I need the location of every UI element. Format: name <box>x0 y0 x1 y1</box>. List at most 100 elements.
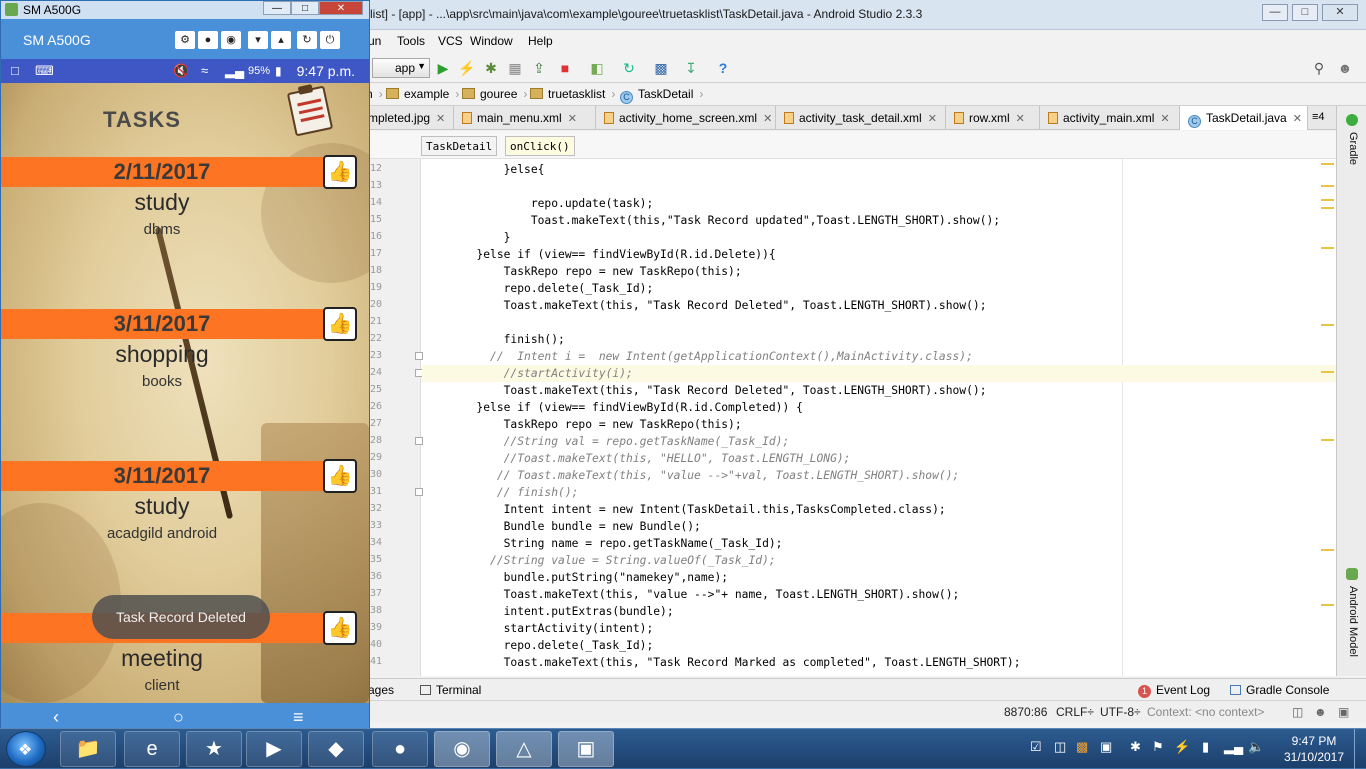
instant-run-icon[interactable]: ⚡ <box>458 59 476 77</box>
task-date-band[interactable]: 3/11/2017 <box>1 309 323 339</box>
battery-icon[interactable]: ▮ <box>1202 739 1209 755</box>
start-button[interactable]: ❖ <box>6 731 46 767</box>
volume-up-icon[interactable]: ▴ <box>271 31 291 49</box>
caret-position[interactable]: 8870:86 <box>1004 705 1047 719</box>
menu-icon[interactable]: ≡ <box>293 707 304 728</box>
speaker-icon[interactable]: 🔈 <box>1248 739 1264 755</box>
gear-icon[interactable]: ⚙ <box>175 31 195 49</box>
camera-icon[interactable]: ◉ <box>221 31 241 49</box>
close-icon[interactable]: ✕ <box>1016 113 1025 125</box>
device-icon[interactable]: ▣ <box>1100 739 1112 755</box>
thumbs-up-icon[interactable]: 👍 <box>323 611 357 645</box>
task-name[interactable]: study <box>1 189 323 216</box>
code-line[interactable]: //startActivity(i); <box>422 365 1336 382</box>
clipboard-icon[interactable] <box>286 85 334 137</box>
taskbar-app-emulator[interactable]: ▣ <box>558 731 614 767</box>
code-line[interactable]: }else{ <box>422 161 1336 178</box>
lock-icon[interactable]: ◫ <box>1292 705 1303 719</box>
method-crumb[interactable]: onClick() <box>505 136 575 156</box>
close-icon[interactable]: ✕ <box>1293 113 1302 125</box>
crumb-gouree[interactable]: gouree › <box>462 87 527 101</box>
code-line[interactable]: //String value = String.valueOf(_Task_Id… <box>422 552 1336 569</box>
file-encoding[interactable]: UTF-8÷ <box>1100 705 1141 719</box>
close-icon[interactable]: ✕ <box>763 113 772 125</box>
user-icon[interactable]: ☻ <box>1336 59 1354 77</box>
code-line[interactable]: }else if (view== findViewById(R.id.Compl… <box>422 399 1336 416</box>
code-line[interactable]: Toast.makeText(this, "Task Record Marked… <box>422 654 1336 671</box>
code-area[interactable]: }else{ repo.update(task); Toast.makeText… <box>422 159 1336 676</box>
menu-help[interactable]: Help <box>528 34 553 48</box>
android-model-tab[interactable]: Android Model <box>1347 586 1359 657</box>
taskbar-app-folder[interactable]: 📁 <box>60 731 116 767</box>
run-config-select[interactable]: app ▼ <box>372 58 430 78</box>
code-line[interactable]: repo.delete(_Task_Id); <box>422 280 1336 297</box>
code-line[interactable]: bundle.putString("namekey",name); <box>422 569 1336 586</box>
warning-marker[interactable] <box>1321 207 1334 209</box>
event-icon[interactable]: ▣ <box>1338 705 1349 719</box>
code-line[interactable]: TaskRepo repo = new TaskRepo(this); <box>422 416 1336 433</box>
taskbar-app-media[interactable]: ▶ <box>246 731 302 767</box>
close-button[interactable]: ✕ <box>319 1 363 15</box>
code-line[interactable]: Toast.makeText(this, "value -->"+ name, … <box>422 586 1336 603</box>
tab-row-xml[interactable]: row.xml ✕ <box>946 106 1040 130</box>
menu-tools[interactable]: Tools <box>397 34 425 48</box>
profile-icon[interactable]: ▦ <box>506 59 524 77</box>
project-structure-icon[interactable]: ▩ <box>652 59 670 77</box>
record-icon[interactable]: ● <box>198 31 218 49</box>
bluetooth-icon[interactable]: ✱ <box>1130 739 1141 755</box>
code-line[interactable]: repo.update(task); <box>422 195 1336 212</box>
code-line[interactable]: Intent intent = new Intent(TaskDetail.th… <box>422 501 1336 518</box>
taskbar-app-android-studio[interactable]: △ <box>496 731 552 767</box>
warning-marker[interactable] <box>1321 247 1334 249</box>
tab-taskdetail-java[interactable]: C TaskDetail.java ✕ <box>1180 106 1308 130</box>
code-line[interactable]: finish(); <box>422 331 1336 348</box>
inspector-icon[interactable]: ☻ <box>1314 705 1327 719</box>
tab-event-log[interactable]: 1 Event Log <box>1138 683 1210 698</box>
tab-activity-home-screen[interactable]: activity_home_screen.xml ✕ <box>596 106 776 130</box>
crumb-example[interactable]: example › <box>386 87 459 101</box>
defender-icon[interactable]: ☑ <box>1030 739 1042 755</box>
minimize-button[interactable]: — <box>263 1 291 15</box>
task-name[interactable]: meeting <box>1 645 323 672</box>
update-icon[interactable]: ▩ <box>1076 739 1088 755</box>
code-line[interactable]: // Toast.makeText(this, "value -->"+val,… <box>422 467 1336 484</box>
code-line[interactable]: Bundle bundle = new Bundle(); <box>422 518 1336 535</box>
volume-down-icon[interactable]: ▾ <box>248 31 268 49</box>
task-name[interactable]: shopping <box>1 341 323 368</box>
taskbar-app-chrome[interactable]: ◉ <box>434 731 490 767</box>
taskbar-app-star[interactable]: ★ <box>186 731 242 767</box>
taskbar-clock[interactable]: 9:47 PM 31/10/2017 <box>1276 733 1352 765</box>
close-icon[interactable]: ✕ <box>568 113 577 125</box>
code-line[interactable] <box>422 178 1336 195</box>
rotate-icon[interactable]: ↻ <box>297 31 317 49</box>
code-line[interactable]: startActivity(intent); <box>422 620 1336 637</box>
sdk-manager-icon[interactable]: ↧ <box>682 59 700 77</box>
sync-icon[interactable]: ↻ <box>620 59 638 77</box>
task-date-band[interactable]: 3/11/2017 <box>1 461 323 491</box>
line-separator[interactable]: CRLF÷ <box>1056 705 1094 719</box>
network-icon[interactable]: ▂▄ <box>1224 739 1243 755</box>
warning-marker[interactable] <box>1321 185 1334 187</box>
task-date-band[interactable]: 2/11/2017 <box>1 157 323 187</box>
code-line[interactable]: intent.putExtras(bundle); <box>422 603 1336 620</box>
attach-debugger-icon[interactable]: ⇪ <box>530 59 548 77</box>
debug-icon[interactable]: ✱ <box>482 59 500 77</box>
avd-manager-icon[interactable]: ◧ <box>588 59 606 77</box>
code-line[interactable]: TaskRepo repo = new TaskRepo(this); <box>422 263 1336 280</box>
class-crumb[interactable]: TaskDetail <box>421 136 498 156</box>
menu-window[interactable]: Window <box>470 34 513 48</box>
code-line[interactable]: Toast.makeText(this,"Task Record updated… <box>422 212 1336 229</box>
code-line[interactable]: } <box>422 229 1336 246</box>
warning-marker[interactable] <box>1321 371 1334 373</box>
code-line[interactable]: //String val = repo.getTaskName(_Task_Id… <box>422 433 1336 450</box>
code-line[interactable]: repo.delete(_Task_Id); <box>422 637 1336 654</box>
task-name[interactable]: study <box>1 493 323 520</box>
warning-marker[interactable] <box>1321 549 1334 551</box>
power-manager-icon[interactable]: ⚡ <box>1174 739 1190 755</box>
close-icon[interactable]: ✕ <box>928 113 937 125</box>
help-icon[interactable]: ? <box>714 59 732 77</box>
tab-overflow-button[interactable]: ≡4 <box>1312 111 1325 123</box>
code-line[interactable]: // Intent i = new Intent(getApplicationC… <box>422 348 1336 365</box>
taskbar-app-firefox[interactable]: ● <box>372 731 428 767</box>
minimize-button[interactable]: — <box>1262 4 1288 21</box>
